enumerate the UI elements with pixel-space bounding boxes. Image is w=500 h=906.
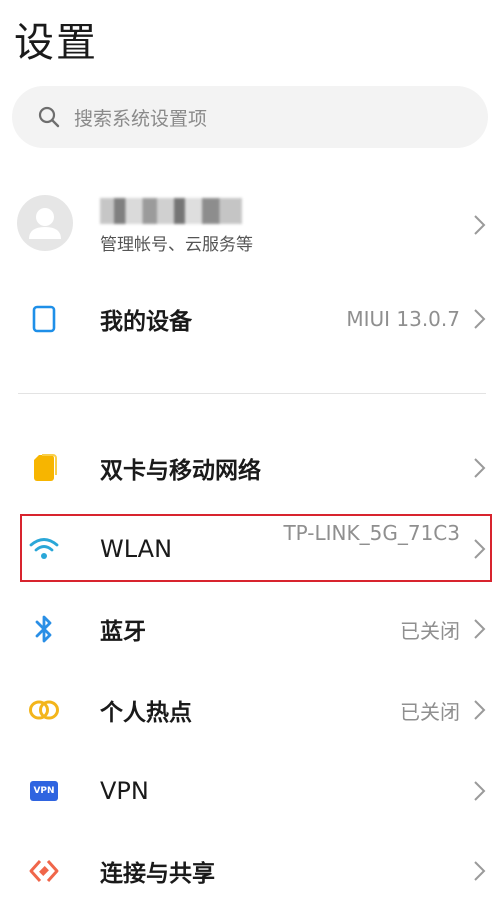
account-subtitle: 管理帐号、云服务等 (100, 235, 253, 255)
hotspot-label: 个人热点 (100, 700, 192, 726)
chevron-right-icon (474, 619, 486, 639)
sim-label: 双卡与移动网络 (100, 458, 261, 484)
my-device-row[interactable]: 我的设备 MIUI 13.0.7 (0, 284, 500, 354)
vpn-label: VPN (100, 777, 149, 805)
chevron-right-icon (474, 861, 486, 881)
device-icon (28, 303, 60, 335)
connect-share-row[interactable]: 连接与共享 (0, 836, 500, 906)
avatar (17, 195, 73, 251)
search-placeholder: 搜索系统设置项 (74, 107, 208, 130)
section-divider (18, 393, 486, 394)
chevron-right-icon (474, 309, 486, 329)
bluetooth-value: 已关闭 (400, 618, 460, 643)
sim-card-icon (28, 452, 60, 484)
chevron-right-icon (474, 700, 486, 720)
page-title: 设置 (14, 20, 98, 66)
vpn-icon: VPN (28, 775, 60, 807)
sim-row[interactable]: 双卡与移动网络 (0, 433, 500, 503)
connect-share-icon (28, 855, 60, 887)
hotspot-value: 已关闭 (400, 699, 460, 724)
wlan-highlight-box (20, 514, 492, 582)
search-bar[interactable]: 搜索系统设置项 (12, 86, 488, 148)
account-name-blurred (100, 198, 242, 224)
hotspot-row[interactable]: 个人热点 已关闭 (0, 675, 500, 745)
my-device-label: 我的设备 (100, 309, 192, 335)
connect-share-label: 连接与共享 (100, 861, 215, 887)
my-device-value: MIUI 13.0.7 (346, 307, 460, 331)
search-icon (38, 106, 60, 128)
vpn-icon-text: VPN (30, 781, 58, 801)
chevron-right-icon (474, 781, 486, 801)
bluetooth-label: 蓝牙 (100, 619, 146, 645)
chevron-right-icon (474, 458, 486, 478)
vpn-row[interactable]: VPN VPN (0, 756, 500, 826)
avatar-icon (29, 208, 61, 239)
chevron-right-icon (474, 215, 486, 235)
hotspot-icon (28, 694, 60, 726)
account-row[interactable] (0, 180, 500, 270)
bluetooth-row[interactable]: 蓝牙 已关闭 (0, 594, 500, 664)
bluetooth-icon (28, 613, 60, 645)
